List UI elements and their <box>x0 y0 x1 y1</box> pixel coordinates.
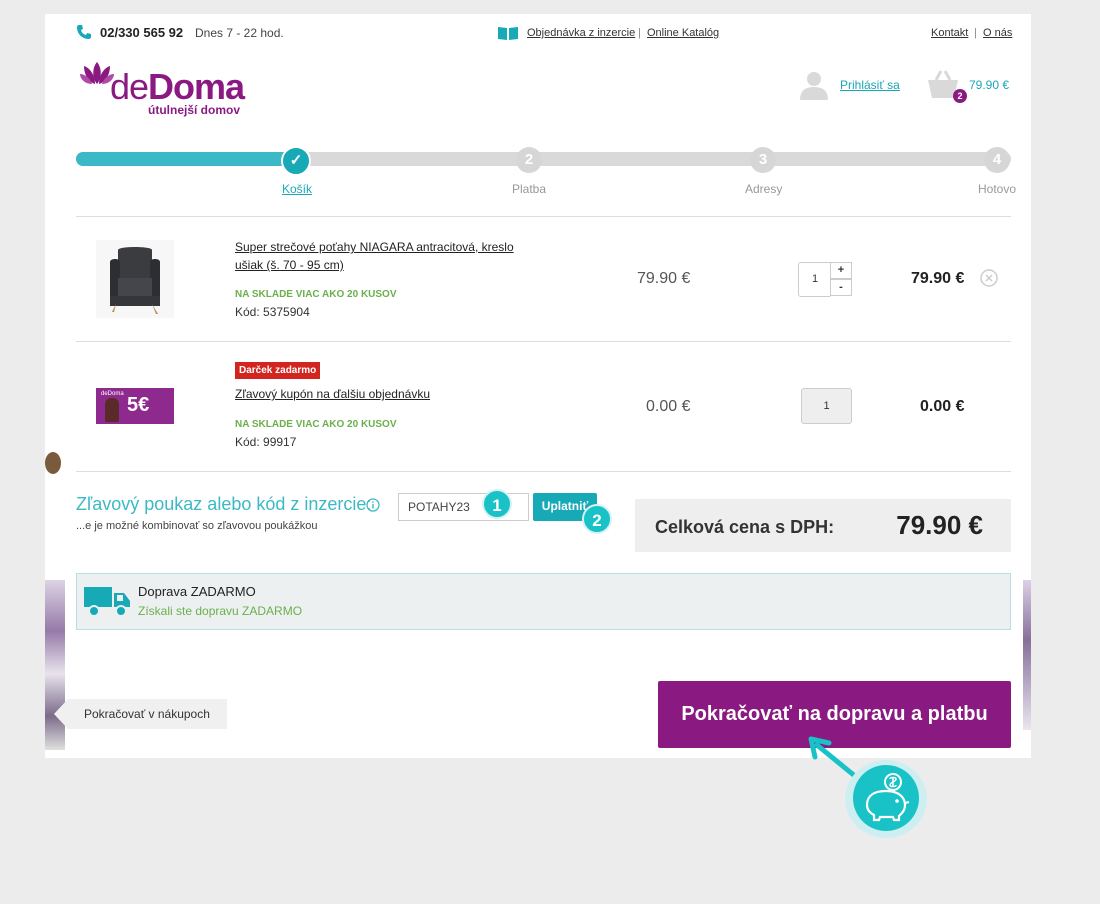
step-3-marker: 3 <box>750 147 776 173</box>
about-link[interactable]: O nás <box>983 27 1012 39</box>
background-decoration-right <box>1023 580 1031 730</box>
remove-item-icon[interactable] <box>980 269 998 292</box>
delivery-truck-icon <box>84 585 130 622</box>
gift-badge: Darček zadarmo <box>235 362 321 379</box>
checkout-progress-fill <box>76 152 300 166</box>
shipping-title: Doprava ZADARMO <box>138 584 256 599</box>
piggy-bank-icon <box>853 765 919 831</box>
divider <box>76 216 1011 217</box>
step-label-payment: Platba <box>512 182 547 196</box>
quantity-field[interactable]: 1 <box>798 262 832 297</box>
user-icon[interactable] <box>798 69 830 106</box>
product-name-link[interactable]: Super strečové poťahy NIAGARA antracitov… <box>235 238 535 274</box>
cart-page <box>45 14 1031 758</box>
step-label-done: Hotovo <box>978 182 1017 196</box>
info-icon[interactable] <box>366 498 380 517</box>
product-code: Kód: 5375904 <box>235 305 310 319</box>
free-shipping-banner: Doprava ZADARMO Získali ste dopravu ZADA… <box>76 573 1011 630</box>
continue-shopping-button[interactable]: Pokračovať v nákupoch <box>54 699 227 729</box>
lotus-logo-icon[interactable] <box>80 60 114 91</box>
book-icon <box>497 25 519 46</box>
divider <box>76 341 1011 342</box>
product-image-armchair[interactable] <box>96 240 174 318</box>
separator: | <box>974 27 977 39</box>
brand-logo-bold: Doma <box>148 66 245 107</box>
cart-count-badge: 2 <box>953 89 967 103</box>
phone-icon <box>76 24 92 45</box>
voucher-brand: deDoma <box>101 391 124 397</box>
order-from-ad-link[interactable]: Objednávka z inzercie <box>527 27 635 39</box>
voucher-image[interactable]: deDoma 5€ <box>96 388 174 424</box>
step-4-marker: 4 <box>984 147 1010 173</box>
product-name-link[interactable]: Zľavový kupón na ďalšiu objednávku <box>235 385 430 403</box>
coupon-note: ...e je možné kombinovať so zľavovou pou… <box>76 520 318 532</box>
step-label-addresses: Adresy <box>745 182 783 196</box>
stock-status: NA SKLADE VIAC AKO 20 KUSOV <box>235 289 397 300</box>
quantity-minus-button[interactable]: - <box>830 279 852 296</box>
step-2-marker: 2 <box>516 147 542 173</box>
cart-total[interactable]: 79.90 € <box>969 78 1009 92</box>
voucher-figure <box>105 398 119 422</box>
product-code: Kód: 99917 <box>235 435 297 449</box>
step-marker-1: 1 <box>482 489 512 519</box>
total-value: 79.90 € <box>896 510 983 540</box>
stock-status: NA SKLADE VIAC AKO 20 KUSOV <box>235 419 397 430</box>
quantity-plus-button[interactable]: + <box>830 262 852 279</box>
total-label: Celková cena s DPH: <box>655 517 835 537</box>
phone-number: 02/330 565 92 <box>100 25 184 40</box>
line-total: 79.90 € <box>911 270 965 287</box>
coupon-title: Zľavový poukaz alebo kód z inzercie: <box>76 494 372 514</box>
brand-logo-light: de <box>110 66 149 107</box>
step-label-cart[interactable]: Košík <box>282 182 312 196</box>
opening-hours: Dnes 7 - 22 hod. <box>195 26 284 40</box>
unit-price: 0.00 € <box>646 398 691 415</box>
separator: | <box>638 27 641 39</box>
login-link[interactable]: Prihlásiť sa <box>840 78 900 92</box>
shipping-subtitle: Získali ste dopravu ZADARMO <box>138 604 303 618</box>
contact-link[interactable]: Kontakt <box>931 27 968 39</box>
brand-tagline: útulnejší domov <box>148 103 241 117</box>
step-marker-2: 2 <box>582 504 612 534</box>
order-total-box: Celková cena s DPH: 79.90 € <box>635 499 1011 552</box>
divider <box>76 471 1011 472</box>
background-decoration-ball <box>45 452 61 474</box>
unit-price: 79.90 € <box>637 270 691 287</box>
online-catalog-link[interactable]: Online Katalóg <box>647 27 719 39</box>
brand-logo[interactable]: deDoma <box>110 66 245 108</box>
quantity-field-disabled: 1 <box>801 388 852 424</box>
voucher-amount: 5€ <box>127 394 150 416</box>
line-total: 0.00 € <box>920 398 965 415</box>
step-1-check-icon[interactable]: ✓ <box>281 146 311 176</box>
